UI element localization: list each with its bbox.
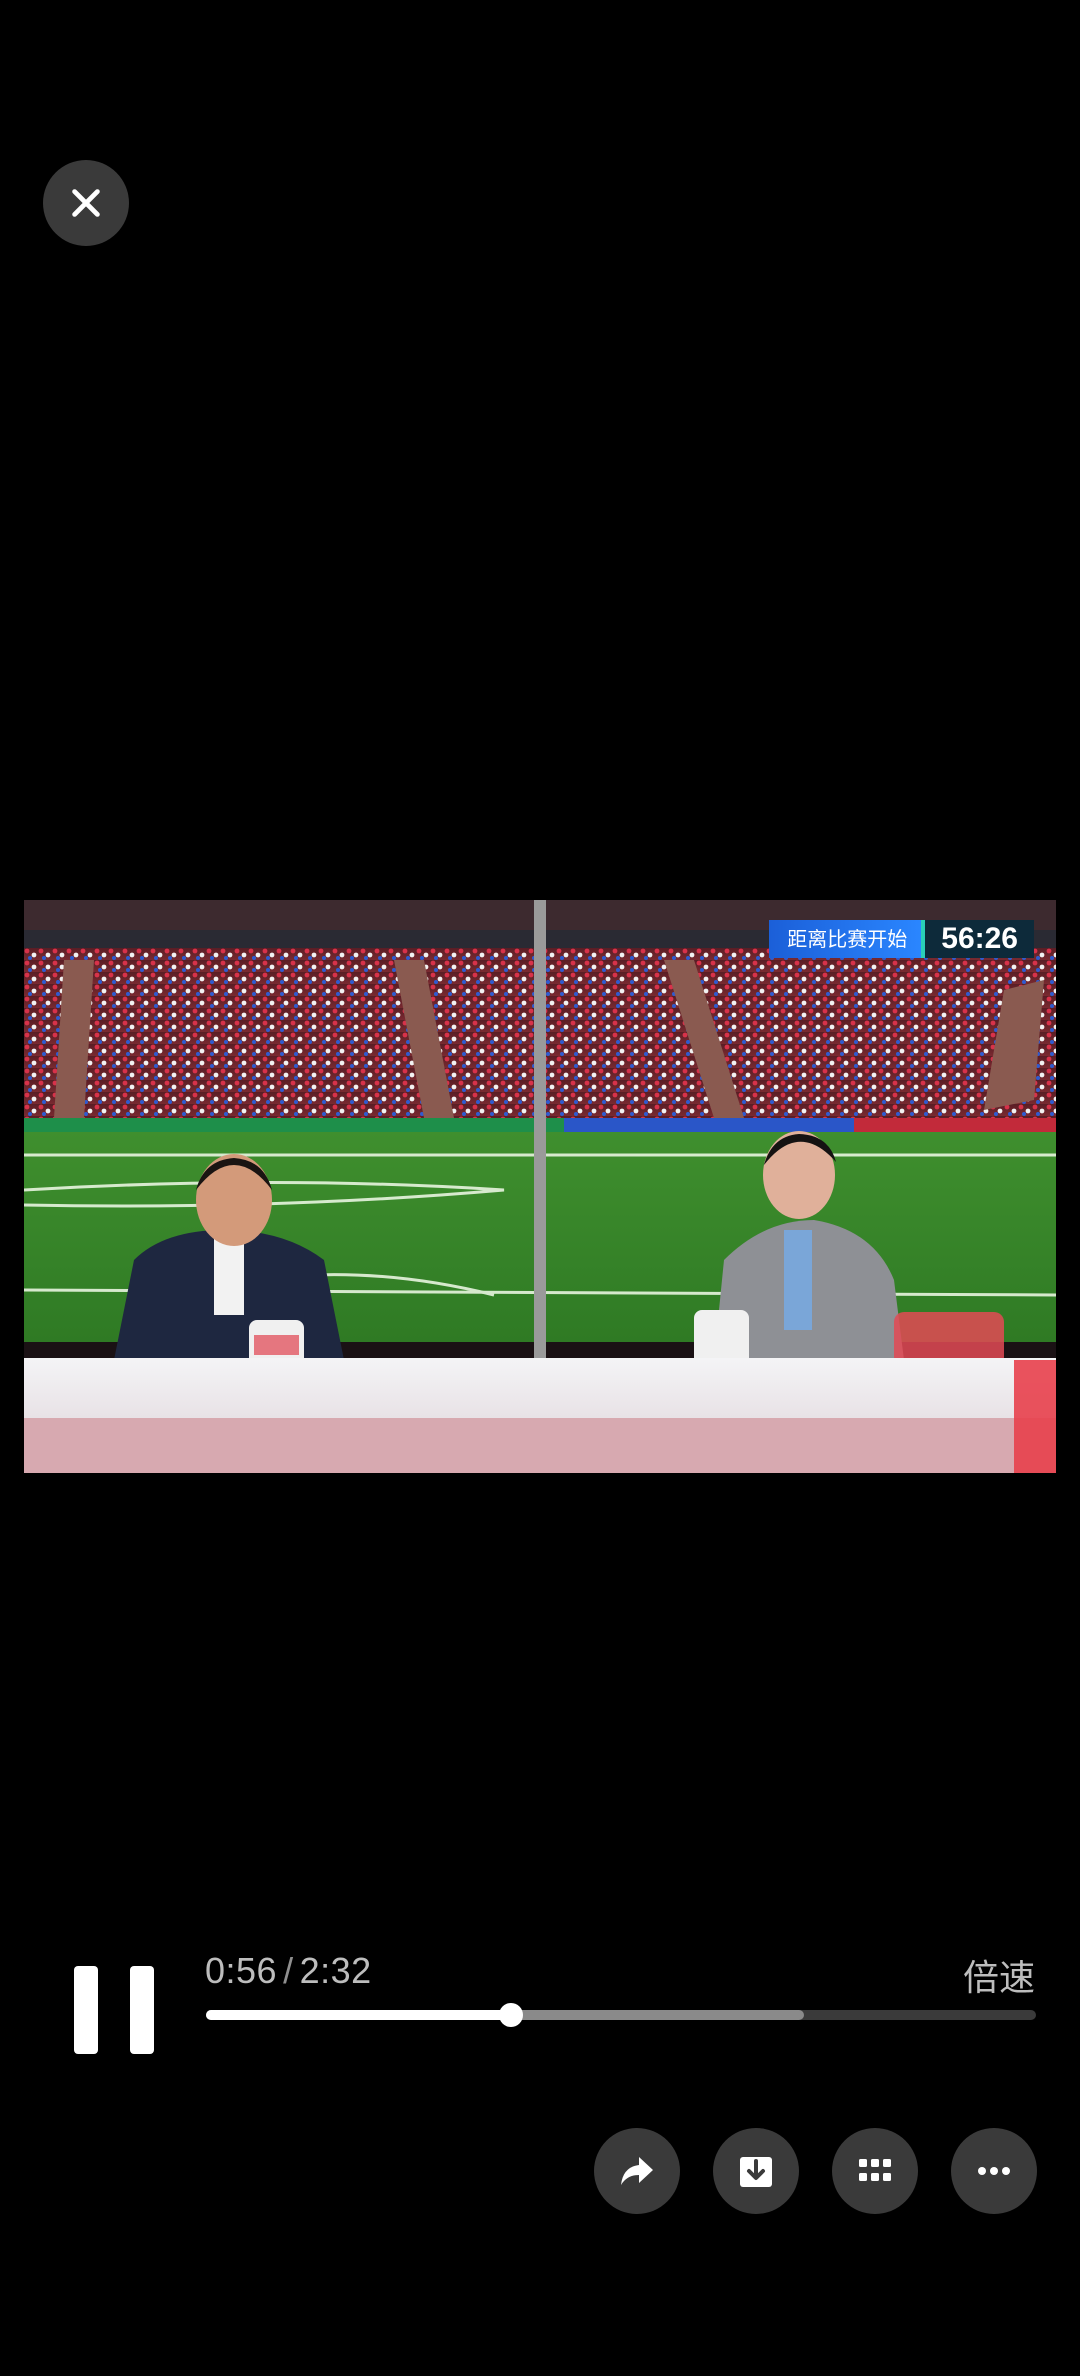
grid-button[interactable]	[832, 2128, 918, 2214]
share-icon	[621, 2157, 653, 2185]
played-bar	[206, 2010, 512, 2020]
speed-button[interactable]: 倍速	[963, 1949, 1035, 2001]
more-icon	[978, 2167, 1010, 2175]
countdown-label: 距离比赛开始	[769, 920, 922, 958]
time-separator: /	[283, 1950, 294, 1991]
progress-bar[interactable]	[206, 2003, 1036, 2027]
video-frame[interactable]: 距离比赛开始 56:26	[24, 900, 1056, 1473]
progress-knob[interactable]	[499, 2003, 524, 2027]
current-time: 0:56	[205, 1950, 278, 1991]
close-icon	[72, 189, 100, 217]
pause-icon-bar-left	[74, 1966, 98, 2054]
duration: 2:32	[299, 1950, 372, 1991]
video-image	[24, 900, 1056, 1473]
download-button[interactable]	[713, 2128, 799, 2214]
pause-button[interactable]	[74, 1966, 154, 2054]
download-icon	[740, 2157, 772, 2187]
close-button[interactable]	[43, 160, 129, 246]
countdown-overlay: 距离比赛开始 56:26	[769, 920, 1034, 958]
time-display: 0:56/2:32	[205, 1950, 372, 1992]
share-button[interactable]	[594, 2128, 680, 2214]
grid-icon	[859, 2159, 891, 2181]
more-button[interactable]	[951, 2128, 1037, 2214]
action-bar	[594, 2128, 1037, 2214]
pause-icon-bar-right	[130, 1966, 154, 2054]
countdown-time: 56:26	[921, 920, 1034, 958]
